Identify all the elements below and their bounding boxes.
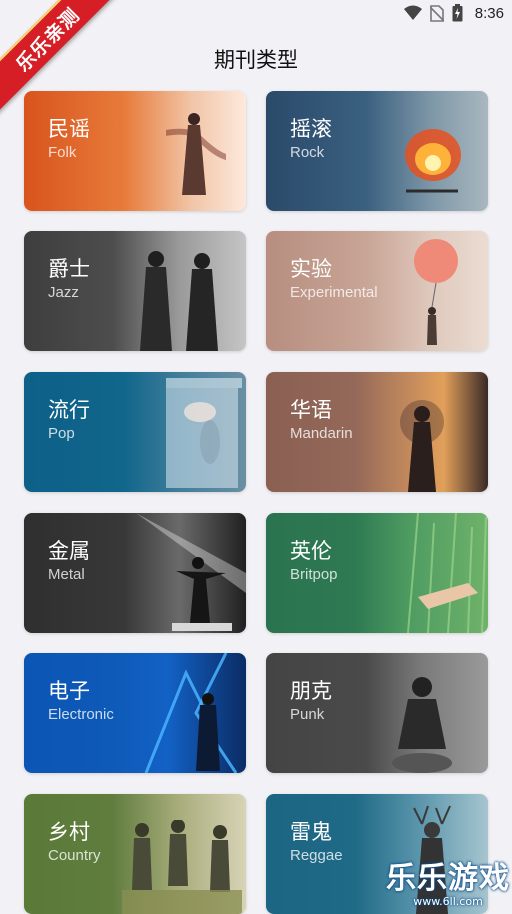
category-card-folk[interactable]: 民谣 Folk bbox=[24, 91, 246, 211]
category-name: 电子 bbox=[48, 679, 90, 703]
no-sim-icon bbox=[429, 4, 444, 22]
category-card-country[interactable]: 乡村 Country bbox=[24, 794, 246, 914]
category-name: 英伦 bbox=[290, 539, 332, 563]
category-english: Folk bbox=[48, 144, 77, 161]
punk-performer bbox=[392, 677, 452, 773]
status-time: 8:36 bbox=[474, 4, 504, 22]
britpop-grass bbox=[407, 513, 487, 633]
category-english: Metal bbox=[48, 566, 85, 583]
wifi-icon bbox=[403, 5, 422, 20]
category-english: Pop bbox=[48, 425, 75, 442]
category-english: Country bbox=[48, 847, 101, 864]
category-card-rock[interactable]: 摇滚 Rock bbox=[266, 91, 488, 211]
folk-figure bbox=[166, 113, 226, 195]
category-english: Mandarin bbox=[290, 425, 353, 442]
category-english: Punk bbox=[290, 706, 325, 723]
category-name: 摇滚 bbox=[290, 117, 332, 141]
battery-charging-icon bbox=[452, 4, 463, 22]
watermark-logo: 乐乐游戏 www.6ll.com bbox=[386, 853, 510, 908]
category-card-experimental[interactable]: 实验 Experimental bbox=[266, 231, 488, 351]
category-card-punk[interactable]: 朋克 Punk bbox=[266, 653, 488, 773]
category-card-britpop[interactable]: 英伦 Britpop bbox=[266, 513, 488, 633]
category-english: Jazz bbox=[48, 284, 79, 301]
metal-performer bbox=[136, 513, 246, 631]
country-runners bbox=[122, 820, 242, 914]
category-card-jazz[interactable]: 爵士 Jazz bbox=[24, 231, 246, 351]
category-english: Reggae bbox=[290, 847, 343, 864]
category-name: 乡村 bbox=[48, 820, 90, 844]
pop-bed bbox=[166, 378, 242, 488]
category-english: Electronic bbox=[48, 706, 114, 723]
category-name: 朋克 bbox=[290, 679, 332, 703]
category-name: 民谣 bbox=[48, 117, 90, 141]
category-card-pop[interactable]: 流行 Pop bbox=[24, 372, 246, 492]
category-name: 金属 bbox=[48, 539, 90, 563]
status-icons: 8:36 bbox=[403, 4, 504, 22]
page-title: 期刊类型 bbox=[214, 48, 298, 72]
category-name: 爵士 bbox=[48, 257, 90, 281]
category-english: Rock bbox=[290, 144, 325, 161]
category-english: Experimental bbox=[290, 284, 378, 301]
jazz-figures bbox=[140, 251, 218, 351]
electronic-lights bbox=[144, 653, 238, 773]
category-name: 流行 bbox=[48, 398, 90, 422]
category-name: 华语 bbox=[290, 398, 332, 422]
category-english: Britpop bbox=[290, 566, 338, 583]
category-card-metal[interactable]: 金属 Metal bbox=[24, 513, 246, 633]
watermark-title: 乐乐游戏 bbox=[386, 861, 510, 896]
rock-fire bbox=[405, 129, 461, 193]
experimental-balloon bbox=[414, 239, 458, 345]
category-card-electronic[interactable]: 电子 Electronic bbox=[24, 653, 246, 773]
category-name: 实验 bbox=[290, 257, 332, 281]
mandarin-silhouette bbox=[400, 400, 444, 492]
category-card-mandarin[interactable]: 华语 Mandarin bbox=[266, 372, 488, 492]
category-name: 雷鬼 bbox=[290, 820, 332, 844]
